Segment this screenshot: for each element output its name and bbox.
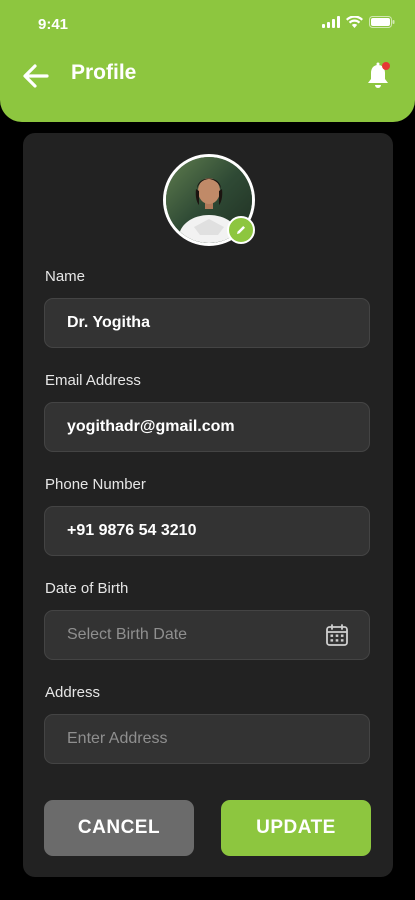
dob-label: Date of Birth: [45, 580, 129, 597]
address-input[interactable]: [45, 715, 369, 763]
page-title: Profile: [71, 61, 137, 84]
status-icons: [322, 16, 395, 28]
avatar-container[interactable]: [163, 154, 255, 246]
email-input[interactable]: [45, 403, 369, 451]
address-field[interactable]: [44, 714, 370, 764]
notification-dot: [382, 62, 390, 70]
name-label: Name: [45, 268, 86, 285]
address-label: Address: [45, 684, 101, 701]
cancel-button[interactable]: CANCEL: [44, 800, 194, 856]
email-label: Email Address: [45, 372, 141, 389]
edit-photo-button[interactable]: [227, 216, 255, 244]
notification-bell-icon[interactable]: [365, 60, 391, 90]
update-button[interactable]: UPDATE: [221, 800, 371, 856]
phone-input[interactable]: [45, 507, 369, 555]
phone-field[interactable]: [44, 506, 370, 556]
phone-label: Phone Number: [45, 476, 146, 493]
status-time: 9:41: [38, 16, 69, 33]
wifi-icon: [346, 16, 363, 28]
calendar-icon[interactable]: [325, 623, 349, 647]
app-header: 9:41 Profile: [0, 0, 415, 122]
pencil-icon: [237, 226, 245, 234]
name-input[interactable]: [45, 299, 369, 347]
back-arrow-icon[interactable]: [20, 60, 52, 92]
email-field[interactable]: [44, 402, 370, 452]
name-field[interactable]: [44, 298, 370, 348]
dob-field[interactable]: [44, 610, 370, 660]
dob-input[interactable]: [45, 611, 369, 659]
battery-icon: [369, 16, 395, 28]
signal-icon: [322, 16, 340, 28]
